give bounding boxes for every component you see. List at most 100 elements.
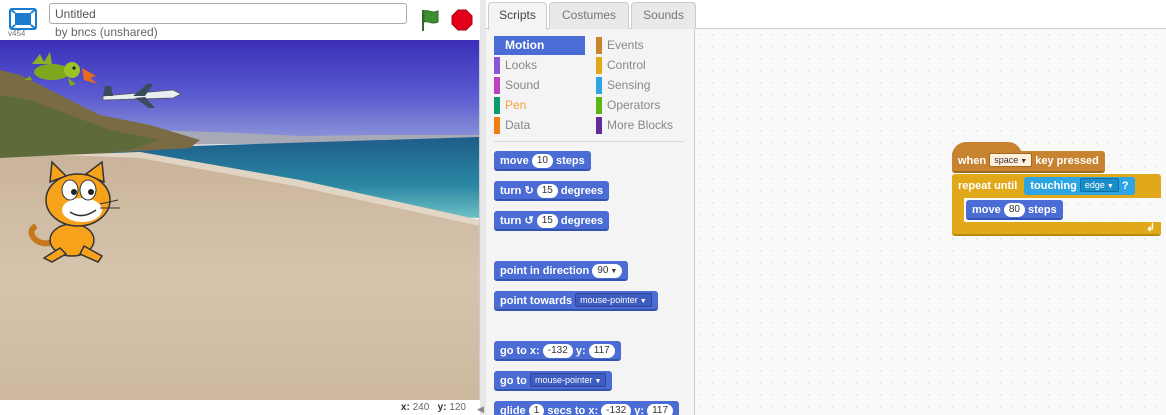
category-list: Motion Events Looks Control Sound Sensin…	[486, 29, 694, 141]
green-flag-icon[interactable]	[419, 8, 443, 32]
category-swatch	[596, 37, 602, 54]
block-touching[interactable]: touching edge ▼ ?	[1024, 177, 1135, 195]
category-operators[interactable]: Operators	[596, 96, 660, 115]
x-input[interactable]: -132	[542, 344, 573, 358]
category-swatch	[596, 117, 602, 134]
key-dropdown[interactable]: space ▼	[989, 153, 1033, 167]
category-label: Pen	[505, 98, 527, 112]
category-swatch	[494, 97, 500, 114]
block-go-to[interactable]: go to mouse-pointer ▼	[494, 371, 613, 391]
steps-input[interactable]: 80	[1003, 203, 1025, 217]
category-events[interactable]: Events	[596, 36, 644, 55]
touching-dropdown[interactable]: edge ▼	[1079, 178, 1119, 192]
dropdown-value: edge	[1084, 180, 1105, 190]
category-looks[interactable]: Looks	[494, 56, 537, 75]
x-label: x:	[400, 402, 410, 413]
loop-arrow-icon: ↲	[1146, 222, 1156, 234]
block-text: key pressed	[1035, 155, 1099, 167]
block-glide[interactable]: glide 1 secs to x: -132 y: 117	[494, 401, 680, 415]
block-text: glide	[500, 405, 526, 415]
version-label: v454	[8, 29, 26, 38]
target-dropdown[interactable]: mouse-pointer ▼	[575, 293, 652, 307]
block-move-steps[interactable]: move 10 steps	[494, 151, 591, 171]
category-label: Motion	[505, 38, 545, 52]
category-label: Sensing	[607, 78, 651, 92]
rotate-counterclockwise-icon: ↺	[524, 215, 534, 227]
project-title-input[interactable]	[49, 3, 407, 24]
x-value: 240	[412, 402, 430, 413]
category-label: Control	[607, 58, 646, 72]
block-text: point towards	[500, 295, 573, 307]
project-byline: by bncs (unshared)	[55, 25, 158, 39]
category-pen[interactable]: Pen	[494, 96, 526, 115]
category-swatch	[494, 77, 500, 94]
block-text: turn	[500, 215, 522, 227]
category-sensing[interactable]: Sensing	[596, 76, 650, 95]
block-text: y:	[575, 345, 586, 357]
y-label: y:	[437, 402, 447, 413]
direction-input[interactable]: 90 ▼	[592, 264, 623, 278]
category-label: Events	[607, 38, 644, 52]
category-label: More Blocks	[607, 118, 674, 132]
category-label: Looks	[505, 58, 538, 72]
degrees-input[interactable]: 15	[536, 184, 558, 198]
stop-sign-icon[interactable]	[451, 9, 473, 31]
y-input[interactable]: 117	[588, 344, 615, 358]
block-text: go to x:	[500, 345, 540, 357]
secs-input[interactable]: 1	[528, 404, 545, 415]
block-go-to-xy[interactable]: go to x: -132 y: 117	[494, 341, 621, 361]
y-input[interactable]: 117	[647, 404, 674, 415]
category-motion[interactable]: Motion	[494, 36, 585, 55]
block-turn-right[interactable]: turn ↻ 15 degrees	[494, 181, 610, 201]
block-point-towards[interactable]: point towards mouse-pointer ▼	[494, 291, 658, 311]
degrees-input[interactable]: 15	[536, 214, 558, 228]
block-text: degrees	[560, 185, 604, 197]
category-sound[interactable]: Sound	[494, 76, 540, 95]
target-dropdown[interactable]: mouse-pointer ▼	[529, 373, 607, 387]
block-text: degrees	[560, 215, 604, 227]
stage-header: v454 by bncs (unshared)	[0, 0, 480, 40]
block-text: move	[972, 204, 1001, 216]
block-text: move	[500, 155, 529, 167]
dropdown-value: mouse-pointer	[580, 295, 638, 305]
dropdown-value: space	[994, 155, 1019, 165]
category-swatch	[494, 37, 500, 54]
block-move-steps[interactable]: move 80 steps	[966, 200, 1063, 220]
block-when-key-pressed[interactable]: when space ▼ key pressed	[952, 151, 1105, 173]
chevron-down-icon: ▼	[639, 298, 647, 305]
y-value: 120	[449, 402, 466, 413]
category-more-blocks[interactable]: More Blocks	[596, 116, 673, 135]
block-text: secs to x:	[547, 405, 599, 415]
block-text: point in direction	[500, 265, 590, 277]
block-text: repeat until	[958, 180, 1018, 192]
tab-costumes[interactable]: Costumes	[549, 2, 629, 29]
block-point-in-direction[interactable]: point in direction 90 ▼	[494, 261, 629, 281]
tab-scripts[interactable]: Scripts	[488, 2, 547, 30]
block-turn-left[interactable]: turn ↺ 15 degrees	[494, 211, 610, 231]
steps-input[interactable]: 10	[531, 154, 553, 168]
category-swatch	[494, 57, 500, 74]
tab-sounds[interactable]: Sounds	[631, 2, 696, 29]
category-data[interactable]: Data	[494, 116, 530, 135]
category-swatch	[494, 117, 500, 134]
chevron-down-icon: ▼	[610, 268, 618, 275]
chevron-down-icon: ▼	[594, 378, 602, 385]
direction-value: 90	[597, 265, 609, 276]
scratch-editor: v454 by bncs (unshared)	[0, 0, 1166, 415]
dropdown-value: mouse-pointer	[534, 375, 593, 385]
collapse-arrow-icon[interactable]: ◀	[477, 404, 484, 415]
category-swatch	[596, 77, 602, 94]
stage-canvas[interactable]	[0, 40, 480, 400]
category-swatch	[596, 57, 602, 74]
block-text: y:	[634, 405, 645, 415]
block-text: steps	[1028, 204, 1057, 216]
chevron-down-icon: ▼	[1106, 183, 1114, 190]
x-input[interactable]: -132	[601, 404, 632, 415]
category-control[interactable]: Control	[596, 56, 646, 75]
category-label: Operators	[607, 98, 661, 112]
fullscreen-icon[interactable]	[9, 8, 37, 30]
category-swatch	[596, 97, 602, 114]
block-text: ?	[1121, 180, 1129, 192]
block-text: touching	[1030, 180, 1077, 192]
category-label: Sound	[505, 78, 540, 92]
